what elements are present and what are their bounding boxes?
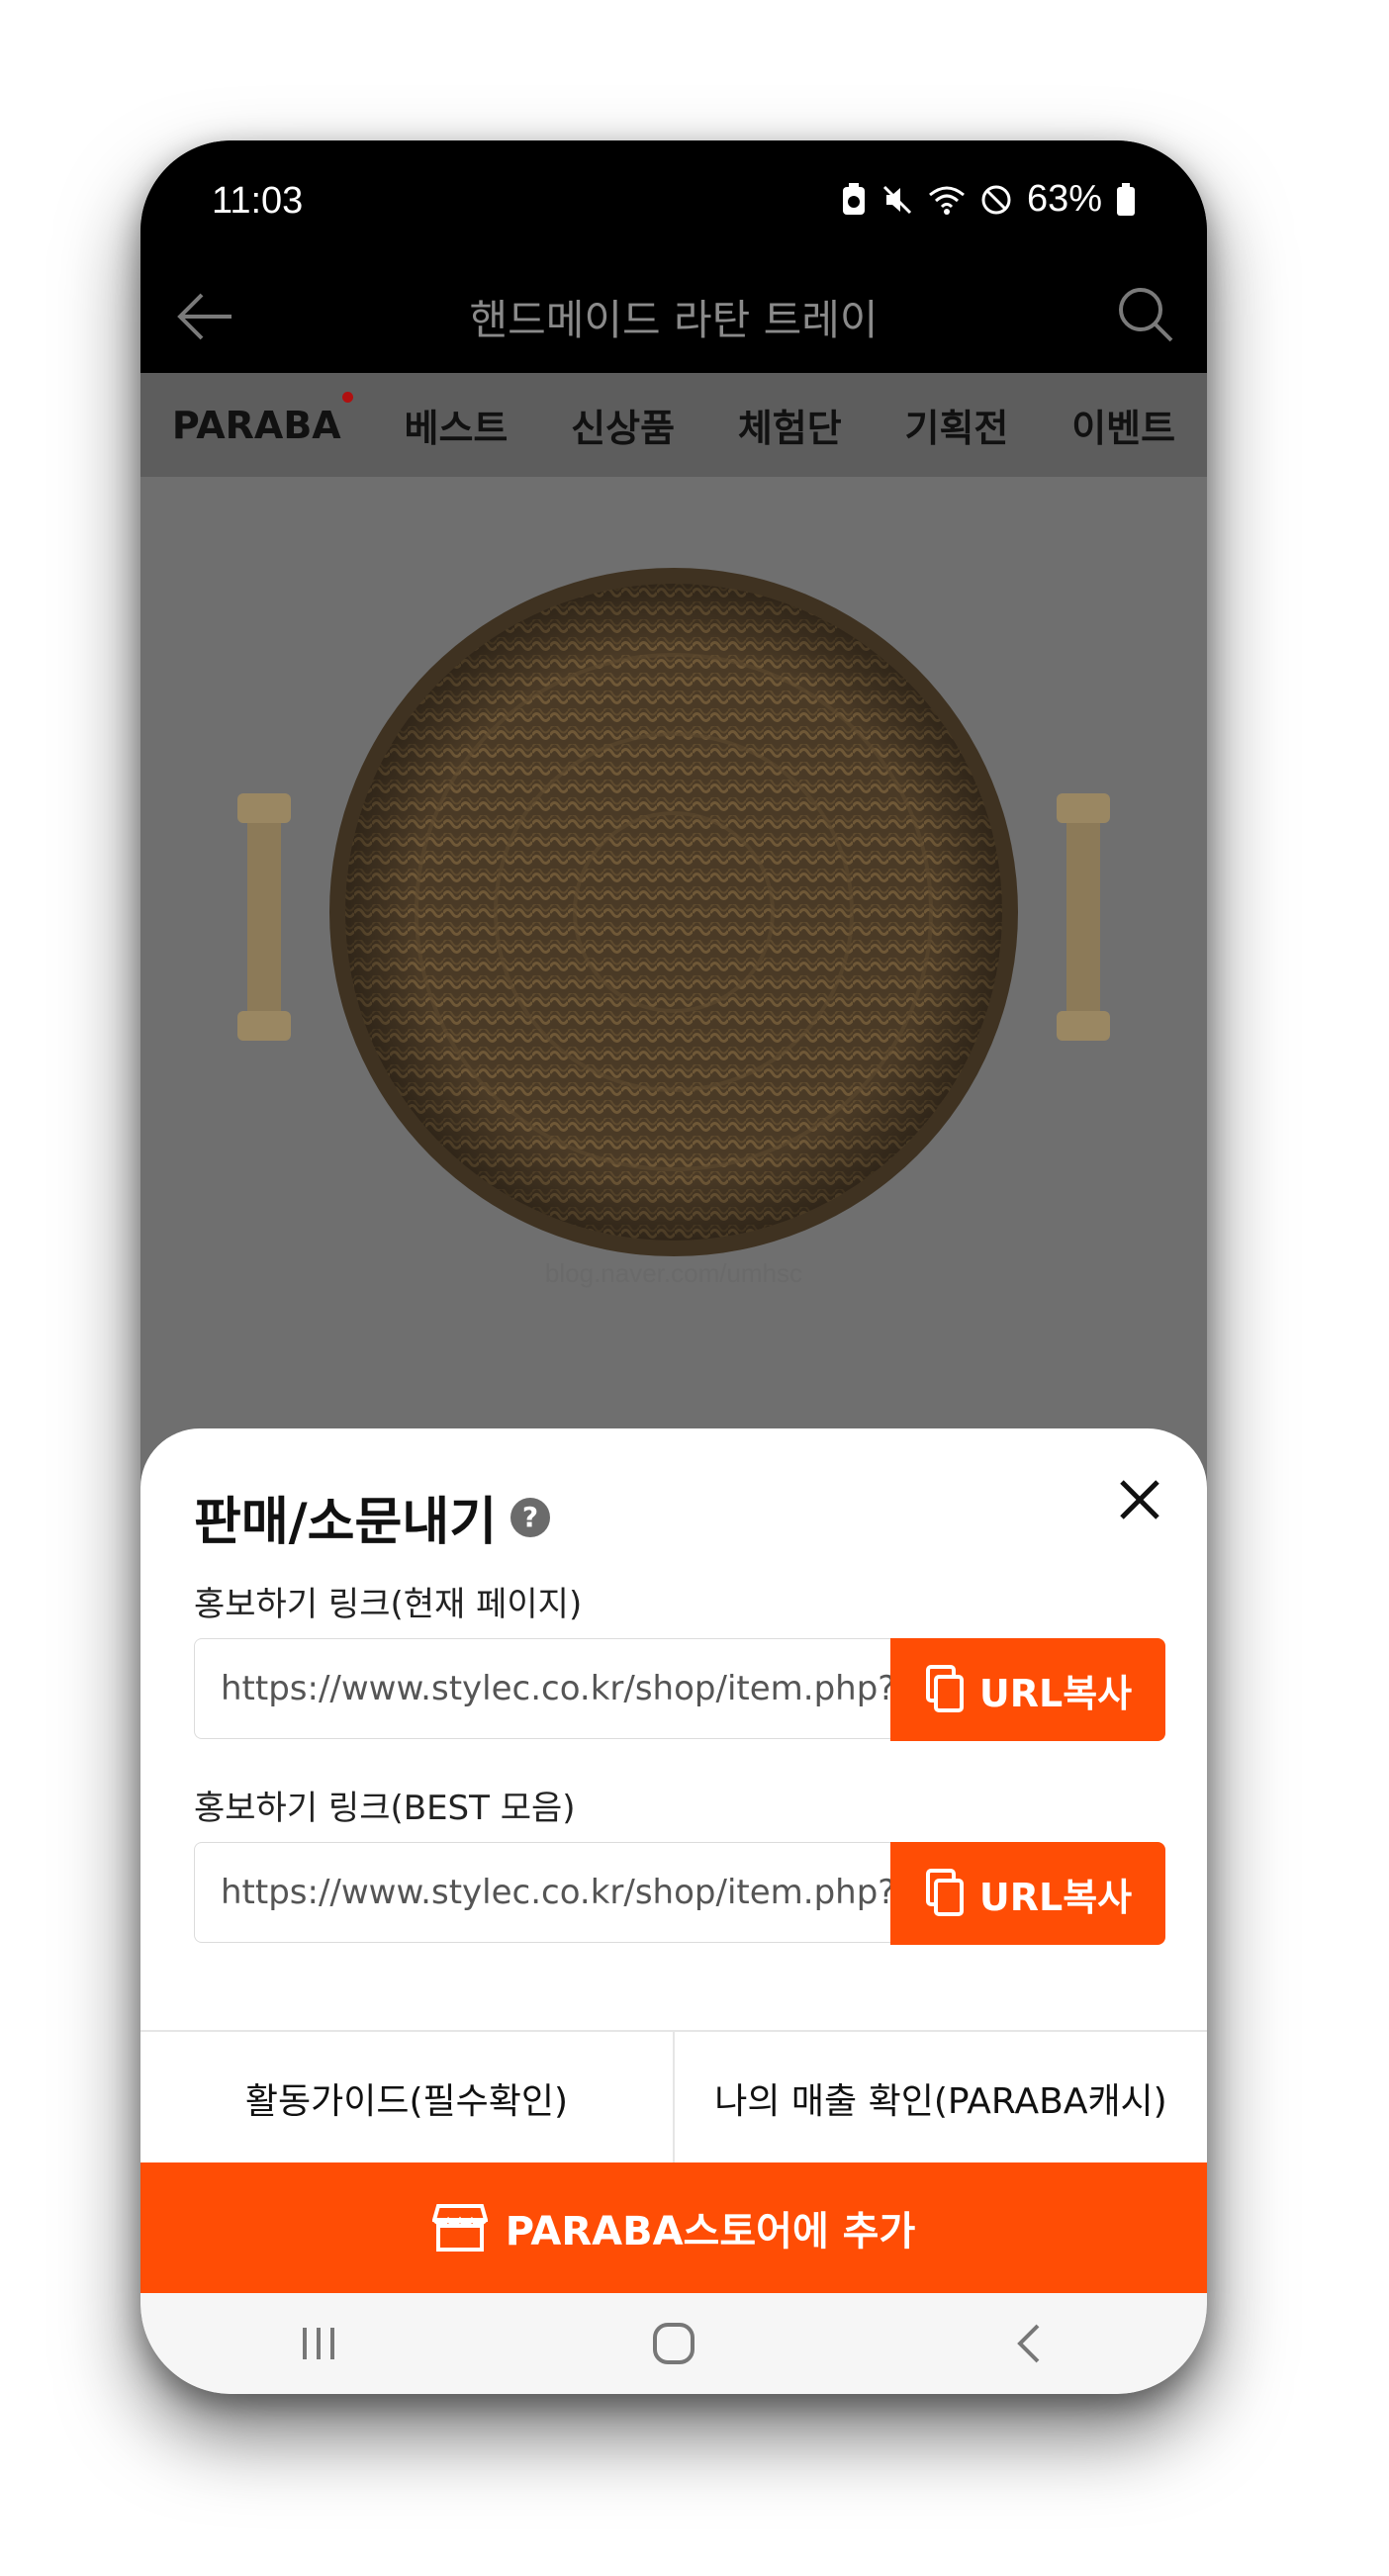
add-to-store-button[interactable]: PARABA스토어에 추가	[140, 2162, 1207, 2293]
sheet-heading: 판매/소문내기 ?	[194, 1480, 551, 1554]
link1-row: https://www.stylec.co.kr/shop/item.php?i…	[194, 1638, 1165, 1741]
copy-icon	[925, 1665, 964, 1712]
battery-percent: 63%	[1026, 178, 1102, 220]
link1-url-field[interactable]: https://www.stylec.co.kr/shop/item.php?i…	[194, 1638, 890, 1739]
link1-label: 홍보하기 링크(현재 페이지)	[194, 1585, 583, 1624]
link2-copy-button[interactable]: URL복사	[890, 1842, 1165, 1945]
tab-experience[interactable]: 체험단	[732, 398, 848, 452]
wifi-icon	[928, 186, 965, 215]
activity-guide-button[interactable]: 활동가이드(필수확인)	[140, 2032, 673, 2164]
copy-icon	[925, 1869, 964, 1916]
my-sales-button[interactable]: 나의 매출 확인(PARABA캐시)	[673, 2032, 1207, 2164]
add-to-store-label: PARABA스토어에 추가	[505, 2209, 916, 2254]
page-title: 핸드메이드 라탄 트레이	[469, 296, 879, 344]
rattan-tray-image	[237, 568, 1110, 1256]
tab-label: PARABA	[171, 403, 341, 447]
image-watermark: blog.naver.com/umhsc	[544, 1258, 803, 1288]
sheet-actions: 활동가이드(필수확인) 나의 매출 확인(PARABA캐시)	[140, 2030, 1207, 2164]
copy-label: URL복사	[978, 1671, 1133, 1715]
do-not-disturb-icon	[981, 185, 1011, 214]
home-button[interactable]	[634, 2304, 713, 2383]
link2-url-field[interactable]: https://www.stylec.co.kr/shop/item.php?i…	[194, 1842, 890, 1943]
share-bottom-sheet: 판매/소문내기 ? 홍보하기 링크(현재 페이지) https://www.st…	[140, 1428, 1207, 2394]
chevron-left-icon	[1017, 2324, 1040, 2363]
search-icon[interactable]	[1114, 283, 1177, 346]
new-badge-dot	[341, 391, 353, 403]
status-bar: 11:03 63%	[140, 140, 1207, 259]
link2-label: 홍보하기 링크(BEST 모음)	[194, 1789, 576, 1828]
tab-event[interactable]: 이벤트	[1065, 398, 1181, 452]
app-header: 핸드메이드 라탄 트레이	[140, 259, 1207, 373]
system-nav-bar	[140, 2293, 1207, 2394]
copy-label: URL복사	[978, 1875, 1133, 1919]
link2-row: https://www.stylec.co.kr/shop/item.php?i…	[194, 1842, 1165, 1945]
phone-screen: 11:03 63% 핸드메이드 라탄 트레이 PARABA 베스트 신상품 체험…	[140, 140, 1207, 2394]
system-back-button[interactable]	[989, 2304, 1068, 2383]
battery-icon	[1117, 182, 1135, 216]
recent-apps-button[interactable]	[279, 2304, 358, 2383]
link1-copy-button[interactable]: URL복사	[890, 1638, 1165, 1741]
sheet-title: 판매/소문내기	[194, 1493, 498, 1552]
tab-exhibition[interactable]: 기획전	[899, 398, 1015, 452]
status-time: 11:03	[212, 180, 304, 222]
close-icon[interactable]	[1112, 1472, 1167, 1527]
recent-apps-icon	[302, 2328, 334, 2359]
store-icon	[431, 2204, 488, 2252]
battery-saver-icon	[842, 182, 865, 215]
category-tabs: PARABA 베스트 신상품 체험단 기획전 이벤트	[140, 373, 1207, 477]
tab-paraba[interactable]: PARABA	[166, 391, 353, 447]
product-image: blog.naver.com/umhsc	[140, 477, 1207, 1595]
home-icon	[652, 2323, 694, 2364]
tab-best[interactable]: 베스트	[399, 398, 514, 452]
tab-new[interactable]: 신상품	[565, 398, 681, 452]
mute-icon	[882, 185, 911, 214]
help-icon[interactable]: ?	[510, 1497, 551, 1537]
status-icons: 63%	[841, 178, 1136, 221]
